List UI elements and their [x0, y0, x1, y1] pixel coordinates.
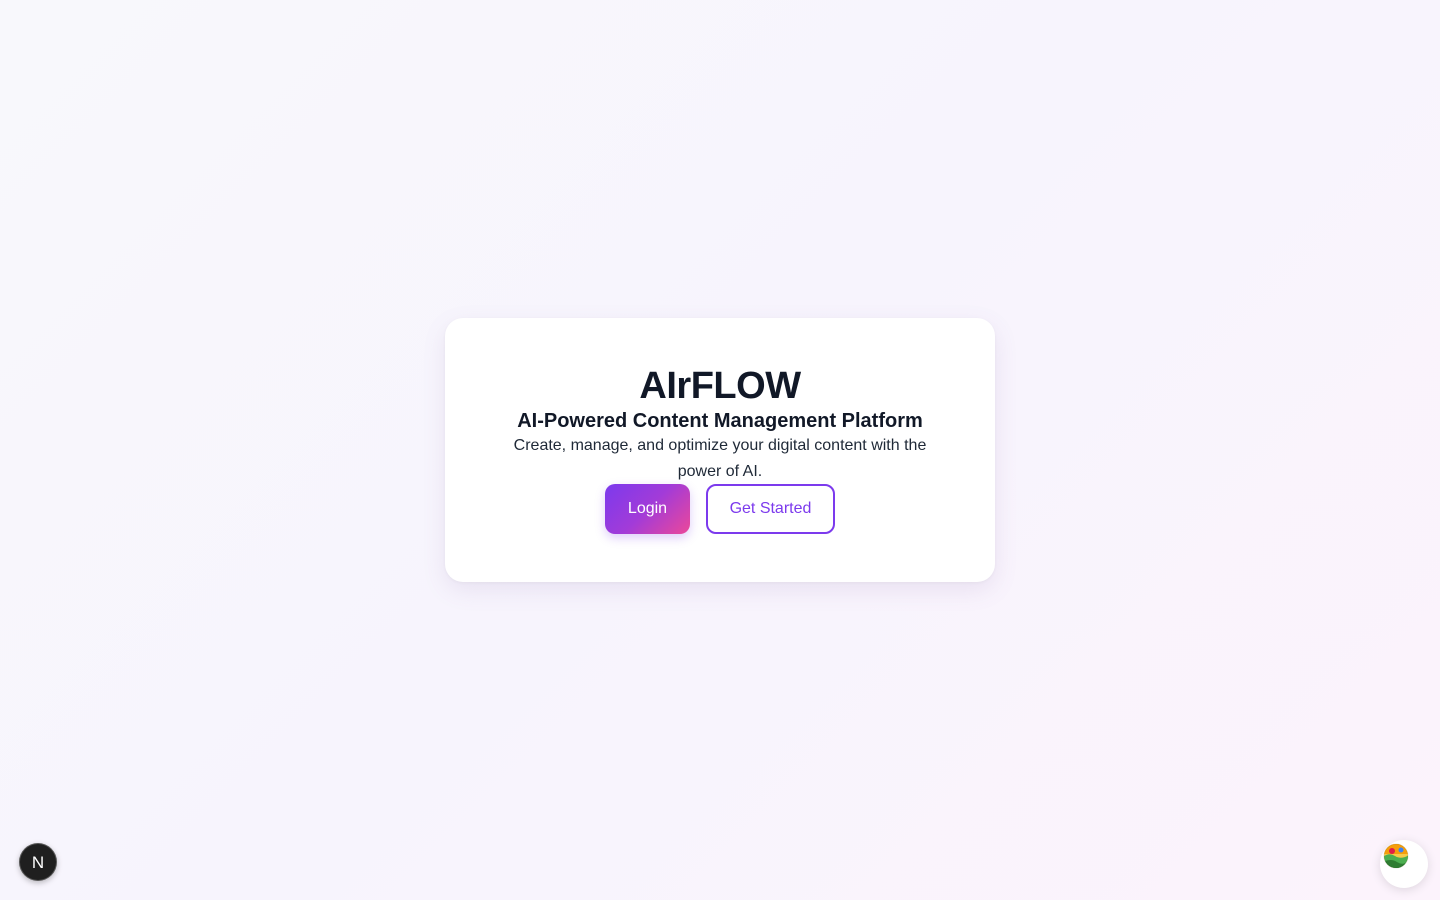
login-button[interactable]: Login [605, 484, 690, 534]
tagline: AI-Powered Content Management Platform [517, 410, 923, 432]
get-started-button[interactable]: Get Started [706, 484, 835, 534]
brand-title: AIrFLOW [639, 365, 801, 407]
landscape-globe-icon [1383, 843, 1409, 869]
nextjs-dev-badge[interactable]: N [19, 843, 57, 881]
nextjs-logo-icon: N [31, 852, 45, 872]
hero-description: Create, manage, and optimize your digita… [513, 437, 927, 480]
hero-card: AIrFLOW AI-Powered Content Management Pl… [445, 318, 995, 582]
